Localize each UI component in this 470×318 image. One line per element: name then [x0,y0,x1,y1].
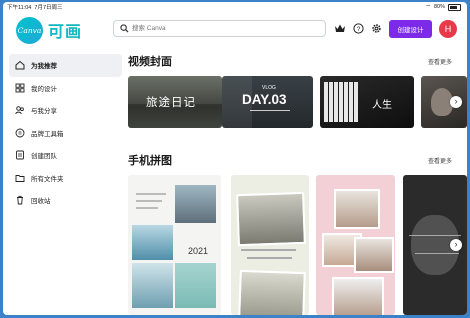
create-design-button[interactable]: 创建设计 [389,20,432,38]
sidebar-item-label: 为我推荐 [31,63,57,71]
settings-icon[interactable] [371,23,382,34]
grid-icon [15,83,25,92]
search-icon [120,24,129,33]
wifi-icon: ⌔ [425,5,431,11]
collage-card[interactable] [316,175,395,315]
card-photo [332,277,384,315]
home-icon [15,60,25,70]
video-card-title: DAY.03 [242,92,287,107]
video-card-title: 人生 [372,100,392,111]
status-time-date: 下午11:04 7月7日周三 [7,5,63,11]
share-icon [15,106,24,115]
card-photo [334,189,380,229]
svg-text:?: ? [357,26,361,33]
sidebar-item-recommended[interactable]: 为我推荐 [9,54,122,77]
sidebar-item-label: 我的设计 [31,85,57,93]
sidebar-item-my-designs[interactable]: 我的设计 [3,77,125,100]
app-window: 下午11:04 7月7日周三 ⌔ 80% Canva 可画 ? 创建设计 H 为… [3,2,467,315]
divider [250,110,290,111]
video-card[interactable]: VLOG DAY.03 [222,76,313,128]
phone-carousel-next-button[interactable]: › [450,239,462,251]
piano-keys-image [324,82,358,122]
card-photo [236,191,306,247]
text-line [247,257,292,259]
video-card-title: 旅途日记 [146,95,196,109]
video-carousel-next-button[interactable]: › [450,96,462,108]
card-photo [175,263,216,308]
card-photo [354,237,394,273]
sidebar-item-create-team[interactable]: 创建团队 [3,144,125,167]
card-photo [175,185,216,223]
svg-text:®: ® [18,130,22,137]
brand-icon: ® [15,128,25,137]
canva-logo[interactable]: Canva [16,17,43,44]
crown-icon[interactable] [334,23,346,34]
card-photo [238,269,306,315]
top-bar: Canva 可画 ? 创建设计 H [3,12,467,46]
sidebar-item-shared[interactable]: 与我分享 [3,99,125,122]
collage-card[interactable]: 2021 [128,175,221,315]
folder-icon [15,174,25,182]
search-bar[interactable] [113,20,326,37]
video-card[interactable]: 旅途日记 [128,76,222,128]
card-photo [132,263,173,308]
text-line [136,207,158,209]
status-right: ⌔ 80% [425,3,461,11]
trash-icon [17,195,23,205]
avatar[interactable]: H [439,20,457,38]
search-input[interactable] [132,23,312,34]
collage-card[interactable] [231,175,309,315]
video-section-title: 视频封面 [128,56,172,68]
sidebar-item-label: 品牌工具箱 [31,130,64,138]
text-line [136,200,162,202]
status-bar: 下午11:04 7月7日周三 ⌔ 80% [3,2,467,12]
sidebar-item-label: 回收站 [31,198,51,206]
text-line [409,235,461,236]
chevron-right-icon: › [454,239,458,249]
video-card[interactable]: 人生 [320,76,414,128]
sidebar-item-label: 创建团队 [31,153,57,161]
text-line [241,249,296,251]
text-line [136,193,166,195]
chevron-right-icon: › [454,96,458,106]
help-icon[interactable]: ? [353,23,364,34]
brand-name: 可画 [48,24,83,41]
sidebar: 为我推荐 我的设计 与我分享 ® 品牌工具箱 创建团队 所有文件夹 回收站 [3,54,125,212]
sidebar-item-brand-kit[interactable]: ® 品牌工具箱 [3,122,125,145]
text-line [415,253,459,254]
sidebar-item-trash[interactable]: 回收站 [3,189,125,212]
video-see-more-link[interactable]: 查看更多 [428,57,452,66]
sidebar-item-label: 所有文件夹 [31,175,64,183]
battery-percent: 80% [433,4,445,10]
phone-see-more-link[interactable]: 查看更多 [428,156,452,165]
sidebar-item-folders[interactable]: 所有文件夹 [3,167,125,190]
team-icon [16,150,24,160]
sidebar-item-label: 与我分享 [31,108,57,116]
phone-section-title: 手机拼图 [128,155,172,167]
video-card-vlog: VLOG [262,85,276,91]
battery-icon [448,3,461,11]
card-year: 2021 [188,246,209,256]
card-photo [132,225,173,260]
